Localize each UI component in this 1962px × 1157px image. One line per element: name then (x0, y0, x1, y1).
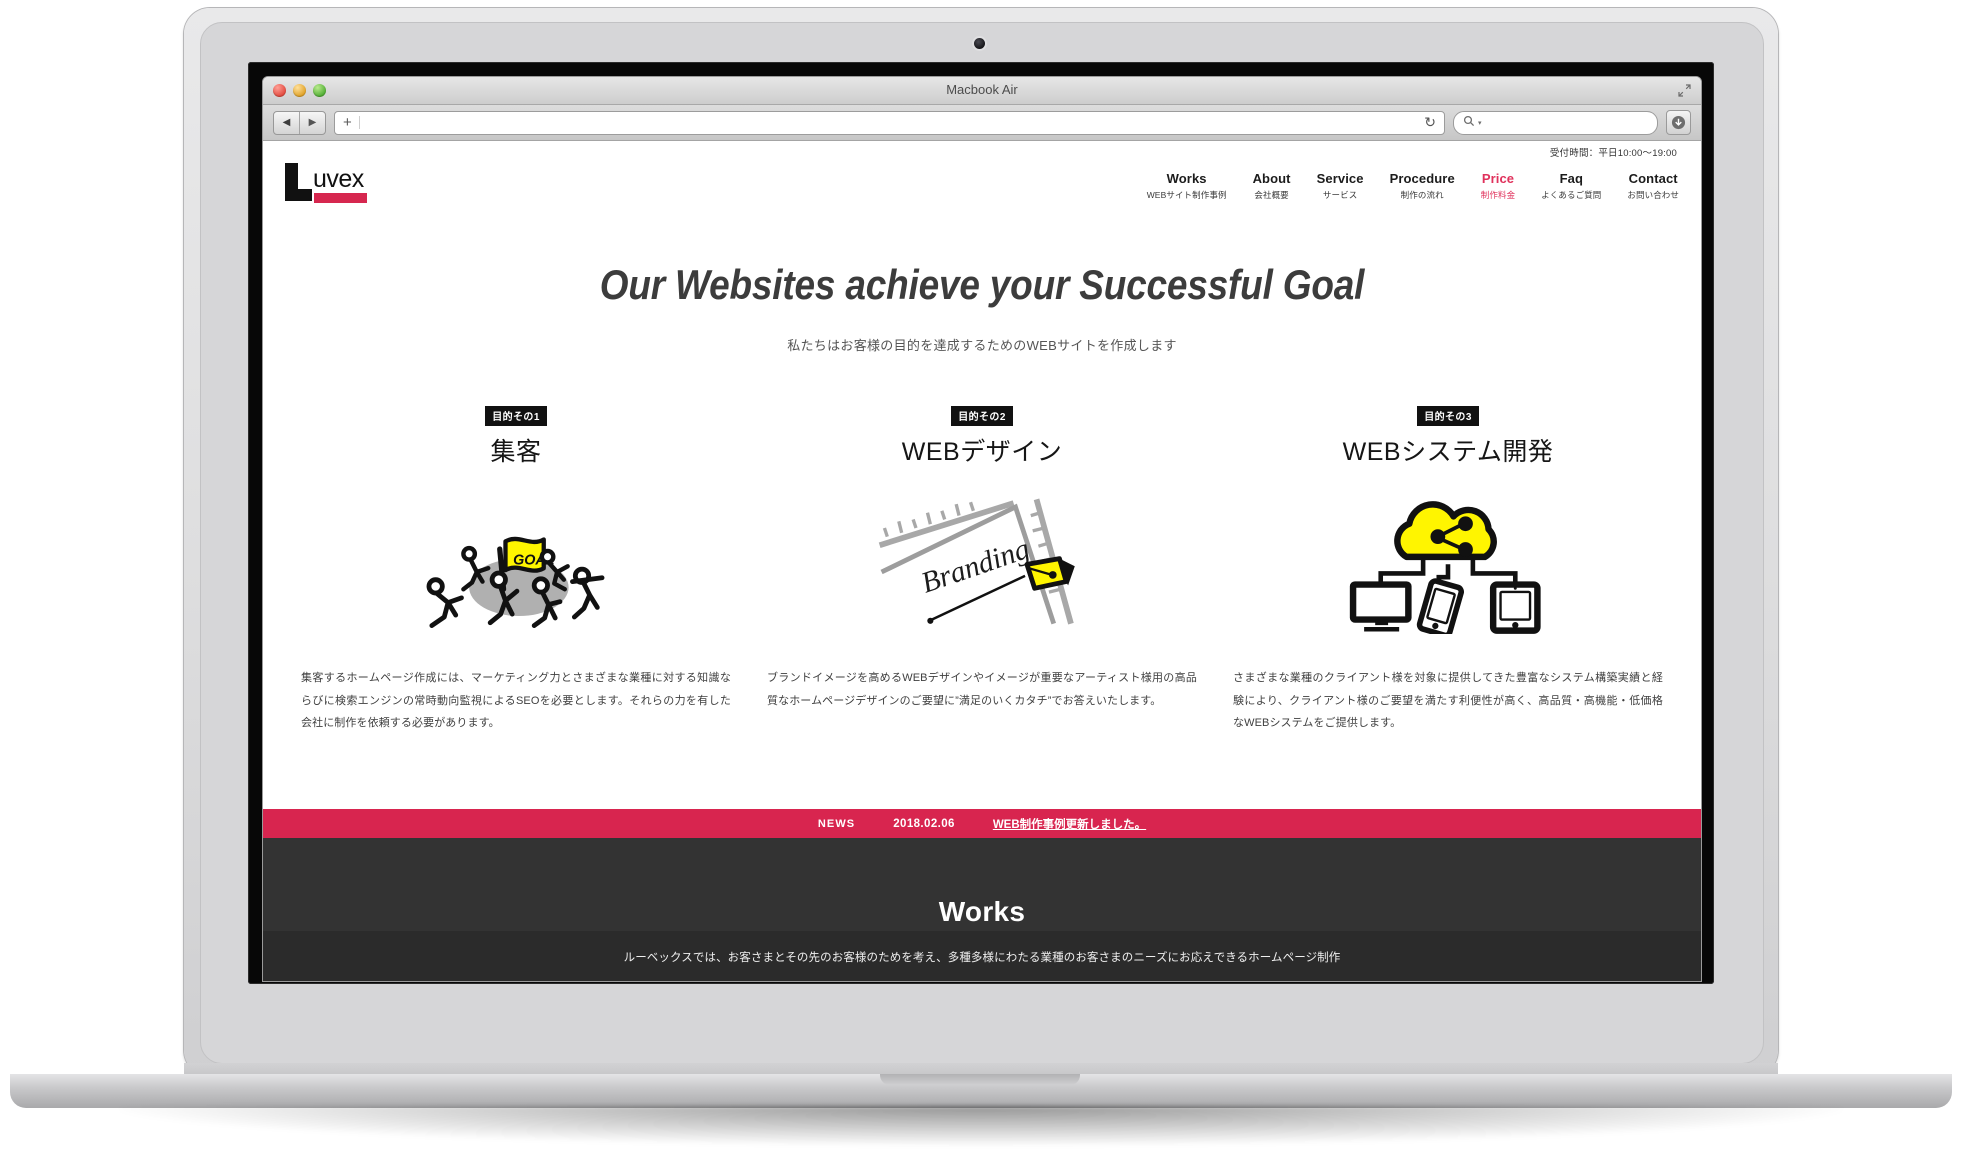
news-date: 2018.02.06 (893, 817, 955, 830)
nav-item-faq[interactable]: Faq よくあるご質問 (1541, 171, 1601, 201)
svg-text:Branding: Branding (917, 533, 1033, 600)
footer-note: ルーベックスでは、お客さまとその先のお客様のためを考え、多種多様にわたる業種のお… (263, 931, 1701, 981)
navigation-buttons[interactable]: ◀ ▶ (273, 110, 326, 135)
reload-icon[interactable]: ↻ (1424, 114, 1436, 131)
url-divider (358, 116, 360, 129)
badge-wrap: 目的その2 (767, 406, 1197, 426)
feature-body: ブランドイメージを高めるWEBデザインやイメージが重要なアーティスト様用の高品質… (767, 672, 1197, 707)
site-header: uvex Works WEBサイト制作事例 About 会社概要 Service… (263, 141, 1701, 209)
webpage-content: 受付時間：平日10:00～19:00 uvex Works WEBサイト制作事例… (263, 141, 1701, 981)
logo-accent-bar (314, 193, 367, 203)
window-title: Macbook Air (946, 82, 1018, 97)
nav-label-en: Works (1166, 170, 1207, 186)
address-bar[interactable]: + ↻ (334, 110, 1445, 135)
nav-label-en: Procedure (1389, 170, 1455, 186)
screenshot-stage: Macbook Air ◀ ▶ + ↻ ▾ 受付時間：平日10:00～19:00… (0, 0, 1962, 1157)
cloud-devices-illustration (1233, 484, 1663, 639)
nav-label-jp: サービス (1322, 190, 1358, 200)
feature-columns: 目的その1 集客 GOAL 集客するホームページ作成には、マーケティング力とさま… (263, 406, 1701, 735)
hero-section: Our Websites achieve your Successful Goa… (263, 209, 1701, 354)
feature-body: 集客するホームページ作成には、マーケティング力とさまざまな業種に対する知識ならび… (301, 672, 731, 730)
chevron-down-icon[interactable]: ▾ (1478, 119, 1482, 127)
nav-item-service[interactable]: Service サービス (1317, 171, 1364, 201)
feature-body: さまざまな業種のクライアント様を対象に提供してきた豊富なシステム構築実績と経験に… (1233, 672, 1663, 730)
nav-label-jp: よくあるご質問 (1541, 190, 1602, 200)
nav-item-contact[interactable]: Contact お問い合わせ (1627, 171, 1679, 201)
nav-label-jp: WEBサイト制作事例 (1146, 190, 1227, 200)
feature-badge: 目的その2 (951, 406, 1013, 426)
back-arrow-icon[interactable]: ◀ (274, 111, 300, 134)
feature-badge: 目的その3 (1417, 406, 1479, 426)
feature-badge: 目的その1 (485, 406, 547, 426)
main-navigation: Works WEBサイト制作事例 About 会社概要 Service サービス… (1147, 171, 1679, 203)
logo-l-foot (285, 189, 312, 201)
feature-column-3: 目的その3 WEBシステム開発 さまざまな業種のクライアント様を対象に提供してき… (1233, 406, 1663, 735)
nav-label-jp: 制作の流れ (1400, 190, 1444, 200)
works-section: Works ルーベックスでは、お客さまとその先のお客様のためを考え、多種多様にわ… (263, 838, 1701, 981)
nav-label-en: About (1252, 170, 1291, 186)
fullscreen-icon[interactable] (1678, 84, 1691, 97)
feature-title: 集客 (490, 438, 542, 466)
nav-label-en: Price (1481, 170, 1515, 186)
feature-column-1: 目的その1 集客 GOAL 集客するホームページ作成には、マーケティング力とさま… (301, 406, 731, 735)
feature-title: WEBデザイン (901, 438, 1063, 466)
hero-title: Our Websites achieve your Successful Goa… (599, 261, 1365, 308)
browser-window: Macbook Air ◀ ▶ + ↻ ▾ 受付時間：平日10:00～19:00… (262, 76, 1702, 982)
nav-label-en: Service (1316, 170, 1364, 186)
forward-arrow-icon[interactable]: ▶ (300, 112, 325, 134)
nav-label-en: Contact (1628, 170, 1678, 186)
feature-column-2: 目的その2 WEBデザイン Branding ブランドイメージを高めるWEBデザ… (767, 406, 1197, 735)
nav-label-jp: お問い合わせ (1627, 190, 1679, 200)
laptop-shadow (120, 1106, 1842, 1146)
hero-subtitle: 私たちはお客様の目的を達成するためのWEBサイトを作成します (787, 338, 1177, 353)
badge-wrap: 目的その3 (1233, 406, 1663, 426)
nav-label-en: Faq (1559, 170, 1583, 186)
search-field[interactable]: ▾ (1453, 110, 1658, 135)
branding-pen-ruler-illustration: Branding (767, 484, 1197, 639)
browser-titlebar: Macbook Air (263, 77, 1701, 105)
laptop-base-notch (880, 1074, 1080, 1085)
nav-label-jp: 会社概要 (1254, 190, 1289, 200)
nav-item-price[interactable]: Price 制作料金 (1481, 171, 1515, 201)
nav-item-works[interactable]: Works WEBサイト制作事例 (1147, 171, 1227, 201)
news-link[interactable]: WEB制作事例更新しました。 (993, 816, 1146, 832)
goal-flag-runners-illustration: GOAL (301, 484, 731, 639)
webcam-icon (974, 38, 985, 49)
news-label: NEWS (817, 817, 856, 830)
feature-title: WEBシステム開発 (1342, 438, 1554, 466)
works-heading: Works (938, 896, 1026, 927)
browser-toolbar: ◀ ▶ + ↻ ▾ (263, 105, 1701, 141)
new-tab-plus-icon[interactable]: + (343, 115, 352, 130)
nav-item-procedure[interactable]: Procedure 制作の流れ (1390, 171, 1455, 201)
nav-label-jp: 制作料金 (1480, 190, 1516, 200)
logo-wordmark: uvex (313, 165, 364, 193)
downloads-button[interactable] (1666, 110, 1691, 135)
nav-item-about[interactable]: About 会社概要 (1253, 171, 1291, 201)
site-logo[interactable]: uvex (285, 163, 369, 203)
badge-wrap: 目的その1 (301, 406, 731, 426)
search-icon (1463, 115, 1475, 130)
news-bar: NEWS 2018.02.06 WEB制作事例更新しました。 (263, 809, 1701, 838)
